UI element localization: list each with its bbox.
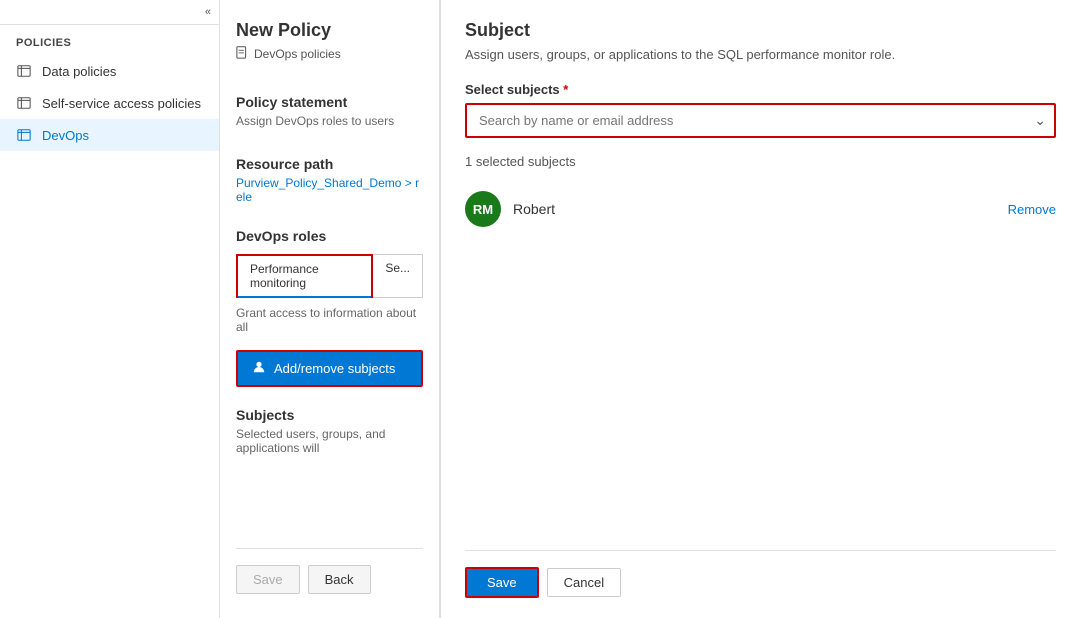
select-subjects-label: Select subjects * <box>465 82 1056 97</box>
resource-path-title: Resource path <box>236 156 423 172</box>
role-tab-performance[interactable]: Performance monitoring <box>236 254 373 298</box>
data-policies-icon <box>16 63 32 79</box>
subject-item: RM Robert Remove <box>465 183 1056 235</box>
required-marker: * <box>563 82 568 97</box>
sidebar-item-data-policies[interactable]: Data policies <box>0 55 219 87</box>
subject-panel-desc: Assign users, groups, or applications to… <box>465 47 1056 62</box>
breadcrumb-icon <box>236 45 250 62</box>
subjects-desc: Selected users, groups, and applications… <box>236 427 423 455</box>
subject-panel-title: Subject <box>465 20 1056 41</box>
sidebar-item-self-service[interactable]: Self-service access policies <box>0 87 219 119</box>
sidebar-item-label: DevOps <box>42 128 89 143</box>
policy-footer: Save Back <box>236 548 423 598</box>
sidebar-item-devops[interactable]: DevOps <box>0 119 219 151</box>
person-icon <box>252 360 266 377</box>
main-content: New Policy DevOps policies Policy statem… <box>220 0 1080 618</box>
sidebar: « Policies Data policies Self-service ac… <box>0 0 220 618</box>
subject-name: Robert <box>513 201 996 217</box>
resource-path-value: Purview_Policy_Shared_Demo > rele <box>236 176 423 204</box>
search-dropdown-wrapper[interactable]: ⌄ <box>465 103 1056 138</box>
add-remove-label: Add/remove subjects <box>274 361 395 376</box>
devops-roles-title: DevOps roles <box>236 228 423 244</box>
subject-footer: Save Cancel <box>465 550 1056 598</box>
policy-breadcrumb: DevOps policies <box>236 45 423 62</box>
policy-panel: New Policy DevOps policies Policy statem… <box>220 0 440 618</box>
role-desc: Grant access to information about all <box>236 306 423 334</box>
subject-panel: Subject Assign users, groups, or applica… <box>440 0 1080 618</box>
policy-title: New Policy <box>236 20 423 41</box>
subject-save-button[interactable]: Save <box>465 567 539 598</box>
selected-count: 1 selected subjects <box>465 154 1056 169</box>
policy-back-button[interactable]: Back <box>308 565 371 594</box>
sidebar-item-label: Data policies <box>42 64 116 79</box>
subjects-title: Subjects <box>236 407 423 423</box>
policy-save-button[interactable]: Save <box>236 565 300 594</box>
chevron-down-icon: ⌄ <box>1034 112 1046 129</box>
subject-cancel-button[interactable]: Cancel <box>547 568 621 597</box>
collapse-icon: « <box>205 6 211 18</box>
self-service-icon <box>16 95 32 111</box>
avatar: RM <box>465 191 501 227</box>
role-tab-second[interactable]: Se... <box>373 254 423 298</box>
breadcrumb-label: DevOps policies <box>254 47 341 61</box>
roles-tabs: Performance monitoring Se... <box>236 254 423 298</box>
policy-statement-desc: Assign DevOps roles to users <box>236 114 423 128</box>
remove-subject-link[interactable]: Remove <box>1008 202 1056 217</box>
sidebar-collapse-button[interactable]: « <box>0 0 219 25</box>
sidebar-item-label: Self-service access policies <box>42 96 201 111</box>
search-input[interactable] <box>475 105 1034 136</box>
sidebar-header: Policies <box>0 25 219 55</box>
add-remove-subjects-button[interactable]: Add/remove subjects <box>236 350 423 387</box>
devops-icon <box>16 127 32 143</box>
policy-statement-title: Policy statement <box>236 94 423 110</box>
